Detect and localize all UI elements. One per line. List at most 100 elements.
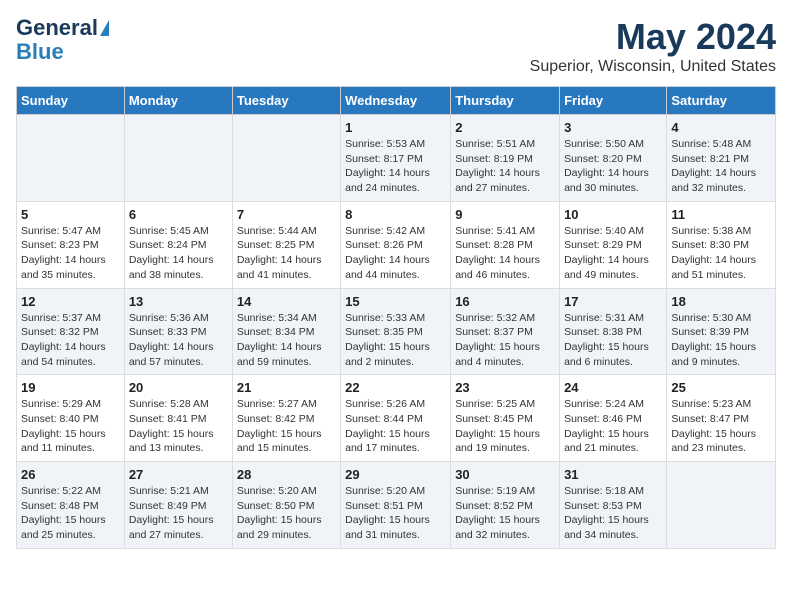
calendar-cell: 23 Sunrise: 5:25 AMSunset: 8:45 PMDayligh…: [451, 375, 560, 462]
day-detail: Sunrise: 5:29 AMSunset: 8:40 PMDaylight:…: [21, 397, 120, 456]
day-detail: Sunrise: 5:45 AMSunset: 8:24 PMDaylight:…: [129, 224, 228, 283]
logo: General Blue: [16, 16, 109, 64]
calendar-cell: 20Sunrise: 5:28 AMSunset: 8:41 PMDayligh…: [124, 375, 232, 462]
calendar-week-row: 5 Sunrise: 5:47 AMSunset: 8:23 PMDaylight…: [17, 201, 776, 288]
day-detail: Sunrise: 5:53 AMSunset: 8:17 PMDaylight:…: [345, 137, 446, 196]
calendar-cell: 10 Sunrise: 5:40 AMSunset: 8:29 PMDayligh…: [560, 201, 667, 288]
day-detail: Sunrise: 5:50 AMSunset: 8:20 PMDaylight:…: [564, 137, 662, 196]
day-detail: Sunrise: 5:19 AMSunset: 8:52 PMDaylight:…: [455, 484, 555, 543]
day-number: 1: [345, 120, 446, 135]
calendar-cell: 24 Sunrise: 5:24 AMSunset: 8:46 PMDayligh…: [560, 375, 667, 462]
calendar-week-row: 19 Sunrise: 5:29 AMSunset: 8:40 PMDayligh…: [17, 375, 776, 462]
day-detail: Sunrise: 5:37 AMSunset: 8:32 PMDaylight:…: [21, 311, 120, 370]
day-detail: Sunrise: 5:20 AMSunset: 8:50 PMDaylight:…: [237, 484, 336, 543]
weekday-header-thursday: Thursday: [451, 87, 560, 115]
location-title: Superior, Wisconsin, United States: [530, 58, 776, 76]
calendar-cell: 9 Sunrise: 5:41 AMSunset: 8:28 PMDaylight…: [451, 201, 560, 288]
calendar-week-row: 12 Sunrise: 5:37 AMSunset: 8:32 PMDayligh…: [17, 288, 776, 375]
day-detail: Sunrise: 5:24 AMSunset: 8:46 PMDaylight:…: [564, 397, 662, 456]
logo-text-general: General: [16, 16, 98, 40]
calendar-cell: 22 Sunrise: 5:26 AMSunset: 8:44 PMDayligh…: [341, 375, 451, 462]
weekday-header-tuesday: Tuesday: [232, 87, 340, 115]
day-number: 9: [455, 207, 555, 222]
day-number: 11: [671, 207, 771, 222]
calendar-cell: 30Sunrise: 5:19 AMSunset: 8:52 PMDayligh…: [451, 462, 560, 549]
day-number: 6: [129, 207, 228, 222]
calendar-cell: 18 Sunrise: 5:30 AMSunset: 8:39 PMDayligh…: [667, 288, 776, 375]
weekday-header-wednesday: Wednesday: [341, 87, 451, 115]
day-detail: Sunrise: 5:20 AMSunset: 8:51 PMDaylight:…: [345, 484, 446, 543]
day-number: 23: [455, 380, 555, 395]
day-number: 4: [671, 120, 771, 135]
day-number: 8: [345, 207, 446, 222]
calendar-cell: 3 Sunrise: 5:50 AMSunset: 8:20 PMDaylight…: [560, 115, 667, 202]
calendar-cell: 6 Sunrise: 5:45 AMSunset: 8:24 PMDaylight…: [124, 201, 232, 288]
day-number: 13: [129, 294, 228, 309]
calendar-cell: 13 Sunrise: 5:36 AMSunset: 8:33 PMDayligh…: [124, 288, 232, 375]
logo-triangle-icon: [100, 20, 109, 36]
day-number: 21: [237, 380, 336, 395]
calendar-cell: 27 Sunrise: 5:21 AMSunset: 8:49 PMDayligh…: [124, 462, 232, 549]
calendar-week-row: 1 Sunrise: 5:53 AMSunset: 8:17 PMDaylight…: [17, 115, 776, 202]
calendar-cell: 1 Sunrise: 5:53 AMSunset: 8:17 PMDaylight…: [341, 115, 451, 202]
calendar-cell: 5 Sunrise: 5:47 AMSunset: 8:23 PMDaylight…: [17, 201, 125, 288]
day-detail: Sunrise: 5:51 AMSunset: 8:19 PMDaylight:…: [455, 137, 555, 196]
day-detail: Sunrise: 5:42 AMSunset: 8:26 PMDaylight:…: [345, 224, 446, 283]
day-number: 20: [129, 380, 228, 395]
day-number: 5: [21, 207, 120, 222]
day-detail: Sunrise: 5:31 AMSunset: 8:38 PMDaylight:…: [564, 311, 662, 370]
weekday-header-monday: Monday: [124, 87, 232, 115]
calendar-cell: 2 Sunrise: 5:51 AMSunset: 8:19 PMDaylight…: [451, 115, 560, 202]
weekday-header-sunday: Sunday: [17, 87, 125, 115]
calendar-cell: 7 Sunrise: 5:44 AMSunset: 8:25 PMDaylight…: [232, 201, 340, 288]
day-number: 16: [455, 294, 555, 309]
calendar-cell: 4 Sunrise: 5:48 AMSunset: 8:21 PMDaylight…: [667, 115, 776, 202]
day-detail: Sunrise: 5:30 AMSunset: 8:39 PMDaylight:…: [671, 311, 771, 370]
day-number: 26: [21, 467, 120, 482]
day-detail: Sunrise: 5:26 AMSunset: 8:44 PMDaylight:…: [345, 397, 446, 456]
day-detail: Sunrise: 5:40 AMSunset: 8:29 PMDaylight:…: [564, 224, 662, 283]
day-number: 28: [237, 467, 336, 482]
month-title: May 2024: [530, 16, 776, 58]
weekday-header-row: SundayMondayTuesdayWednesdayThursdayFrid…: [17, 87, 776, 115]
day-number: 24: [564, 380, 662, 395]
day-number: 15: [345, 294, 446, 309]
calendar-cell: [17, 115, 125, 202]
day-number: 3: [564, 120, 662, 135]
day-number: 2: [455, 120, 555, 135]
day-number: 12: [21, 294, 120, 309]
calendar-cell: 16Sunrise: 5:32 AMSunset: 8:37 PMDayligh…: [451, 288, 560, 375]
calendar-cell: 26 Sunrise: 5:22 AMSunset: 8:48 PMDayligh…: [17, 462, 125, 549]
calendar-cell: [232, 115, 340, 202]
calendar-cell: 17 Sunrise: 5:31 AMSunset: 8:38 PMDayligh…: [560, 288, 667, 375]
calendar-cell: 8 Sunrise: 5:42 AMSunset: 8:26 PMDaylight…: [341, 201, 451, 288]
day-detail: Sunrise: 5:41 AMSunset: 8:28 PMDaylight:…: [455, 224, 555, 283]
calendar-cell: 31Sunrise: 5:18 AMSunset: 8:53 PMDayligh…: [560, 462, 667, 549]
weekday-header-friday: Friday: [560, 87, 667, 115]
day-number: 7: [237, 207, 336, 222]
day-detail: Sunrise: 5:44 AMSunset: 8:25 PMDaylight:…: [237, 224, 336, 283]
day-detail: Sunrise: 5:48 AMSunset: 8:21 PMDaylight:…: [671, 137, 771, 196]
title-block: May 2024 Superior, Wisconsin, United Sta…: [530, 16, 776, 76]
calendar-table: SundayMondayTuesdayWednesdayThursdayFrid…: [16, 86, 776, 549]
day-detail: Sunrise: 5:21 AMSunset: 8:49 PMDaylight:…: [129, 484, 228, 543]
day-number: 17: [564, 294, 662, 309]
day-detail: Sunrise: 5:36 AMSunset: 8:33 PMDaylight:…: [129, 311, 228, 370]
day-number: 19: [21, 380, 120, 395]
day-number: 22: [345, 380, 446, 395]
day-detail: Sunrise: 5:25 AMSunset: 8:45 PMDaylight:…: [455, 397, 555, 456]
calendar-cell: 19 Sunrise: 5:29 AMSunset: 8:40 PMDayligh…: [17, 375, 125, 462]
day-detail: Sunrise: 5:22 AMSunset: 8:48 PMDaylight:…: [21, 484, 120, 543]
calendar-cell: [667, 462, 776, 549]
day-number: 10: [564, 207, 662, 222]
day-number: 14: [237, 294, 336, 309]
calendar-cell: 14Sunrise: 5:34 AMSunset: 8:34 PMDayligh…: [232, 288, 340, 375]
day-detail: Sunrise: 5:33 AMSunset: 8:35 PMDaylight:…: [345, 311, 446, 370]
day-number: 27: [129, 467, 228, 482]
calendar-cell: 12 Sunrise: 5:37 AMSunset: 8:32 PMDayligh…: [17, 288, 125, 375]
calendar-cell: 29Sunrise: 5:20 AMSunset: 8:51 PMDayligh…: [341, 462, 451, 549]
day-detail: Sunrise: 5:47 AMSunset: 8:23 PMDaylight:…: [21, 224, 120, 283]
day-detail: Sunrise: 5:38 AMSunset: 8:30 PMDaylight:…: [671, 224, 771, 283]
day-number: 18: [671, 294, 771, 309]
page-header: General Blue May 2024 Superior, Wisconsi…: [16, 16, 776, 76]
